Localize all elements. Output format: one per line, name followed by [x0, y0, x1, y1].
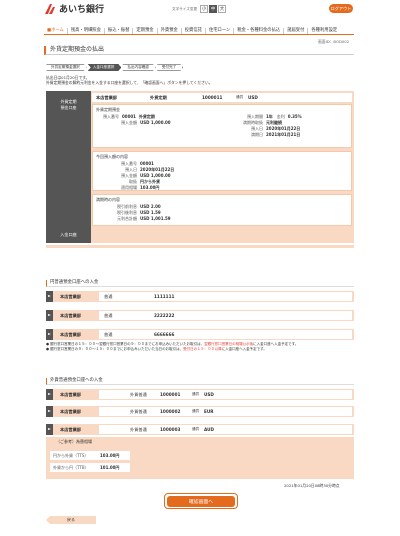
page: あいち銀行 文字サイズ変更 小 中 大 ログアウト ■ホーム 残高・明細照会 振…	[0, 0, 400, 536]
nav-item-notices[interactable]: 諸届受付	[284, 27, 309, 34]
logout-button[interactable]: ログアウト	[329, 4, 353, 13]
nav-item-transfer[interactable]: 振込・振替	[105, 27, 134, 34]
back-button[interactable]: 戻る	[46, 516, 96, 524]
bank-logo-icon	[44, 3, 56, 15]
fx-account-row[interactable]: 本店営業部 外貨普通 1000001 通貨 USD	[46, 389, 354, 400]
nav-item-time-deposit[interactable]: 定期預金	[133, 27, 158, 34]
expand-icon[interactable]	[46, 291, 53, 302]
step-1: 外貨定期預金選択	[46, 64, 87, 71]
deposit-number: 1000011	[202, 95, 223, 100]
global-nav: ■ホーム 残高・明細照会 振込・振替 定期預金 外貨預金 投資信託 住宅ローン …	[44, 27, 354, 35]
current-deposit-title: 今回預入額の内容	[96, 154, 128, 159]
deposit-currency: USD	[248, 95, 258, 100]
expand-icon[interactable]	[46, 310, 53, 321]
maturity-box: 満期時の内容 税引前利息 USD 2.00 税引後利息 USD 1.59 元利合計額…	[92, 194, 352, 226]
rate-row-tts: 円から外貨（TTS） 103.00円	[50, 451, 130, 460]
font-size-large-button[interactable]: 大	[218, 5, 227, 13]
fx-section-title: 外貨普通預金口座への入金	[46, 378, 354, 385]
deposit-currency-label: 通貨	[236, 95, 244, 99]
note-2: ● 銀行窓口営業日の９：００〜１５：００までにお申込みいただいた当日のお取引は、…	[46, 347, 267, 351]
deposit-detail-title: 外貨定期預金	[96, 107, 120, 112]
step-4: 受付完了	[157, 64, 183, 71]
deposit-account-header: 本店営業部 外貨定期 1000011 通貨 USD	[92, 93, 352, 102]
fx-account-row[interactable]: 本店営業部 外貨普通 1000003 通貨 AUD	[46, 424, 354, 435]
fx-account-row[interactable]: 本店営業部 外貨普通 1000002 通貨 EUR	[46, 406, 354, 417]
intro-line-2: 外貨定期預金の解約元利金を入金する口座を選択して、「確認画面へ」ボタンを押してく…	[46, 80, 213, 85]
current-deposit-box: 今回預入額の内容 預入番号 00001 預入日 2020年01月22日 預入金額 US…	[92, 151, 352, 191]
step-2: 入金口座選択	[88, 64, 122, 71]
yen-account-row[interactable]: 本店営業部 普通 1111111	[46, 291, 354, 302]
step-indicator: 外貨定期預金選択 入金口座選択 払出内容確認 受付完了	[46, 64, 184, 71]
deposit-panel: 外貨定期 預金口座 本店営業部 外貨定期 1000011 通貨 USD 外貨定期…	[46, 91, 354, 243]
nav-item-loan[interactable]: 住宅ローン	[206, 27, 235, 34]
divider-bar	[46, 245, 354, 248]
deposit-detail-box: 外貨定期預金 預入番号 00001 外貨定期 預入金額 USD 1,000.00 預入…	[92, 104, 352, 148]
bank-name: あいち銀行	[59, 5, 105, 15]
rate-row-ttb: 外貨から円（TTB） 101.00円	[50, 463, 130, 472]
bank-logo[interactable]: あいち銀行	[44, 2, 104, 15]
fx-rate-reference: （ご参考）為替相場 円から外貨（TTS） 103.00円 外貨から円（TTB） 10…	[46, 437, 354, 479]
expand-icon[interactable]	[46, 389, 53, 400]
font-size-label: 文字サイズ変更	[172, 6, 198, 11]
step-3: 払出内容確認	[122, 64, 156, 71]
expand-icon[interactable]	[46, 424, 53, 435]
deposit-side-label: 外貨定期 預金口座	[46, 91, 91, 243]
nav-item-investment[interactable]: 投資信託	[182, 27, 206, 34]
notes: ● 銀行窓口営業日の１５：００〜翌銀行窓口営業日の９：００までにお申込みいただい…	[46, 342, 298, 352]
header: あいち銀行 文字サイズ変更 小 中 大 ログアウト	[0, 0, 400, 18]
expand-icon[interactable]	[46, 406, 53, 417]
yen-account-row[interactable]: 本店営業部 普通 2222222	[46, 310, 354, 321]
rate-timestamp: 2021年01月20日08時30分時点	[284, 483, 340, 488]
nav-item-home[interactable]: ■ホーム	[44, 27, 68, 34]
expand-icon[interactable]	[46, 329, 53, 340]
nav-item-fx-deposit[interactable]: 外貨預金	[158, 27, 182, 34]
yen-account-row[interactable]: 本店営業部 普通 6666666	[46, 329, 354, 340]
yen-section-title: 円普通預金口座への入金	[46, 280, 354, 287]
nav-item-balance[interactable]: 残高・明細照会	[68, 27, 105, 34]
nav-item-tax[interactable]: 税金・各種料金の払込	[234, 27, 285, 34]
page-title: 外貨定期預金の払出	[44, 46, 354, 55]
maturity-title: 満期時の内容	[96, 197, 120, 202]
font-size-small-button[interactable]: 小	[200, 5, 209, 13]
font-size-medium-button[interactable]: 中	[209, 5, 218, 13]
deposit-account-tab[interactable]: 入金口座	[46, 227, 91, 243]
nav-item-settings[interactable]: 各種利用設定	[308, 28, 340, 34]
deposit-type: 外貨定期	[150, 94, 167, 100]
screen-id: 画面ID：BOD002	[318, 39, 350, 44]
font-size-control: 文字サイズ変更 小 中 大	[172, 5, 227, 13]
fx-rate-title: （ご参考）為替相場	[56, 439, 92, 444]
confirm-button[interactable]: 確認画面へ	[164, 493, 238, 509]
intro-text: 払出日は01月20日です。 外貨定期預金の解約元利金を入金する口座を選択して、「…	[46, 75, 213, 85]
deposit-branch: 本店営業部	[96, 94, 117, 100]
